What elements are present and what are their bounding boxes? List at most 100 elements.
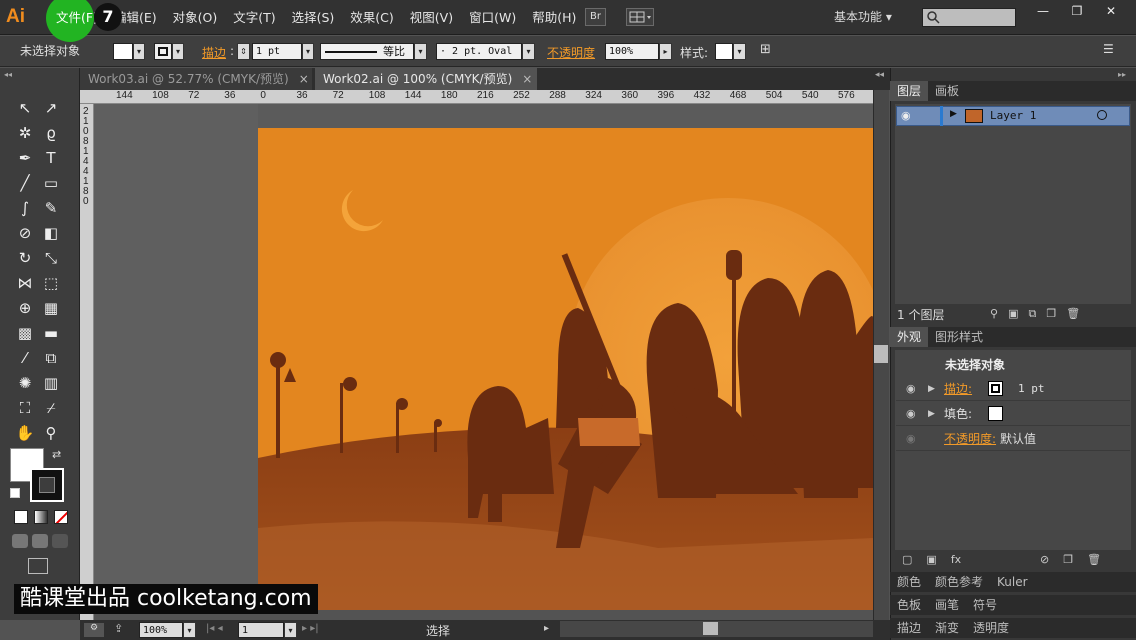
- first-artboard-icon[interactable]: |◂ ◂: [206, 623, 223, 634]
- fx-icon[interactable]: fx: [951, 553, 961, 566]
- horizontal-scroll-thumb[interactable]: [703, 622, 718, 635]
- next-artboard-icon[interactable]: ▸ ▸|: [302, 623, 319, 634]
- line-tool[interactable]: ╱: [12, 171, 38, 196]
- tab-transparency[interactable]: 透明度: [966, 618, 1016, 638]
- stroke-panel-link[interactable]: 描边: [202, 44, 226, 61]
- opacity-dropdown[interactable]: ▸: [659, 43, 672, 60]
- tab-appearance[interactable]: 外观: [890, 327, 929, 347]
- eraser-tool[interactable]: ◧: [38, 221, 64, 246]
- layer-name[interactable]: Layer 1: [990, 109, 1036, 122]
- artboard-number-field[interactable]: 1: [238, 622, 284, 638]
- share-icon[interactable]: ⇪: [114, 622, 123, 635]
- status-menu-arrow[interactable]: ▸: [544, 623, 549, 634]
- free-transform-tool[interactable]: ⬚: [38, 271, 64, 296]
- none-mode-button[interactable]: [54, 510, 68, 524]
- graphic-style-swatch[interactable]: [715, 43, 733, 60]
- tabs-overflow-icon[interactable]: ◂◂: [875, 70, 884, 80]
- tab-brushes[interactable]: 画笔: [928, 595, 966, 615]
- paintbrush-tool[interactable]: ∫: [12, 196, 38, 221]
- menu-effect[interactable]: 效果(C): [342, 0, 401, 35]
- rotate-tool[interactable]: ↻: [12, 246, 38, 271]
- brush-definition-field[interactable]: · 2 pt. Oval: [436, 43, 522, 60]
- stroke-dropdown[interactable]: ▾: [172, 43, 184, 60]
- width-tool[interactable]: ⋈: [12, 271, 38, 296]
- zoom-field[interactable]: 100%: [139, 622, 183, 638]
- expand-arrow-icon[interactable]: ▶: [950, 109, 957, 119]
- horizontal-ruler[interactable]: 144 108 72 36 0 36 72 108 144 180 216 252 288 324 360 3…: [80, 90, 873, 104]
- direct-selection-tool[interactable]: ↗: [38, 96, 64, 121]
- eye-icon[interactable]: ◉: [906, 377, 916, 401]
- artboard-tool[interactable]: ⛶: [12, 396, 38, 421]
- menu-window[interactable]: 窗口(W): [461, 0, 524, 35]
- zoom-dropdown[interactable]: ▾: [183, 622, 196, 638]
- tab-color[interactable]: 颜色: [890, 572, 928, 592]
- tab-work02[interactable]: Work02.ai @ 100% (CMYK/预览) ×: [315, 68, 537, 90]
- help-search-input[interactable]: [922, 8, 1016, 27]
- clear-appearance-icon[interactable]: ⊘: [1040, 553, 1049, 566]
- minimize-button[interactable]: —: [1026, 0, 1060, 22]
- selection-tool[interactable]: ↖: [12, 96, 38, 121]
- tab-stroke[interactable]: 描边: [890, 618, 928, 638]
- expand-arrow-icon[interactable]: ▶: [928, 402, 935, 426]
- arrange-documents-button[interactable]: [626, 8, 654, 26]
- appearance-stroke-row[interactable]: ◉ ▶ 描边: 1 pt: [896, 377, 1130, 401]
- fill-swatch[interactable]: [113, 43, 133, 60]
- menu-select[interactable]: 选择(S): [284, 0, 343, 35]
- fill-swatch[interactable]: [988, 406, 1003, 421]
- vertical-ruler[interactable]: 2108144180: [80, 104, 94, 620]
- restore-button[interactable]: ❐: [1060, 0, 1094, 22]
- new-sublayer-icon[interactable]: ⧉: [1028, 307, 1036, 321]
- blob-brush-tool[interactable]: ⊘: [12, 221, 38, 246]
- stroke-swatch[interactable]: [154, 43, 172, 60]
- layer-row[interactable]: ◉ ▶ Layer 1: [896, 106, 1130, 126]
- eyedropper-tool[interactable]: ⁄: [12, 346, 38, 371]
- tab-graphic-styles[interactable]: 图形样式: [928, 327, 990, 347]
- opacity-panel-link[interactable]: 不透明度: [547, 44, 595, 61]
- dock-collapse-icon[interactable]: ▸▸: [1118, 70, 1126, 79]
- vertical-scroll-thumb[interactable]: [874, 345, 888, 363]
- tab-work03[interactable]: Work03.ai @ 52.77% (CMYK/预览) ×: [80, 68, 312, 90]
- swap-icon[interactable]: ⇄: [52, 448, 61, 461]
- bridge-button[interactable]: Br: [585, 8, 606, 26]
- collapse-icon[interactable]: ◂◂: [4, 70, 12, 79]
- stroke-label[interactable]: 描边:: [944, 377, 972, 401]
- gradient-tool[interactable]: ▬: [38, 321, 64, 346]
- hand-tool[interactable]: ✋: [12, 421, 38, 446]
- opacity-label[interactable]: 不透明度:: [944, 427, 996, 451]
- delete-layer-icon[interactable]: 🗑: [1066, 307, 1080, 321]
- tab-artboards[interactable]: 画板: [928, 81, 966, 101]
- stroke-color-box[interactable]: [30, 468, 64, 502]
- symbol-sprayer-tool[interactable]: ✺: [12, 371, 38, 396]
- graphic-style-dropdown[interactable]: ▾: [733, 43, 746, 60]
- menu-type[interactable]: 文字(T): [225, 0, 283, 35]
- artboard-dropdown[interactable]: ▾: [284, 622, 297, 638]
- delete-item-icon[interactable]: 🗑: [1087, 553, 1101, 566]
- screen-mode-icon[interactable]: [28, 558, 48, 574]
- tab-kuler[interactable]: Kuler: [990, 572, 1035, 592]
- column-graph-tool[interactable]: ▥: [38, 371, 64, 396]
- document-setup-icon[interactable]: ⊞: [760, 42, 771, 57]
- stroke-weight-field[interactable]: 1 pt: [252, 43, 302, 60]
- add-stroke-icon[interactable]: ▢: [902, 553, 912, 566]
- close-icon[interactable]: ×: [299, 72, 309, 86]
- new-layer-icon[interactable]: ❐: [1046, 307, 1056, 321]
- rectangle-tool[interactable]: ▭: [38, 171, 64, 196]
- draw-behind-icon[interactable]: [32, 534, 48, 548]
- tab-symbols[interactable]: 符号: [966, 595, 1004, 615]
- status-icon[interactable]: ⚙: [84, 623, 104, 637]
- type-tool[interactable]: T: [38, 146, 64, 171]
- fill-dropdown[interactable]: ▾: [133, 43, 145, 60]
- appearance-opacity-row[interactable]: ◉ 不透明度: 默认值: [896, 427, 1130, 451]
- shape-builder-tool[interactable]: ⊕: [12, 296, 38, 321]
- workspace-switcher[interactable]: 基本功能 ▾: [834, 8, 892, 25]
- eye-icon[interactable]: ◉: [901, 109, 911, 122]
- profile-dropdown[interactable]: ▾: [414, 43, 427, 60]
- color-mode-button[interactable]: [14, 510, 28, 524]
- menu-help[interactable]: 帮助(H): [524, 0, 584, 35]
- artboard-tango-illustration[interactable]: [258, 128, 873, 610]
- add-fill-icon[interactable]: ▣: [926, 553, 936, 566]
- pen-tool[interactable]: ✒: [12, 146, 38, 171]
- menu-object[interactable]: 对象(O): [165, 0, 226, 35]
- eye-icon[interactable]: ◉: [906, 427, 916, 451]
- pencil-tool[interactable]: ✎: [38, 196, 64, 221]
